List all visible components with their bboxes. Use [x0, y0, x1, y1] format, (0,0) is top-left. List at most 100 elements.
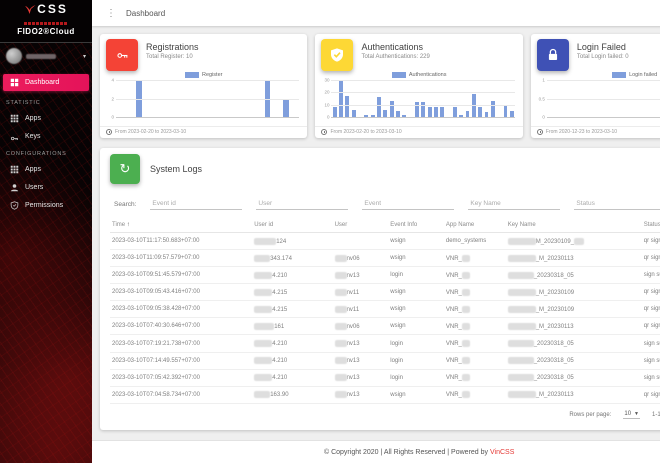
- cell-user: nv13: [333, 267, 389, 284]
- table-row[interactable]: 2023-03-10T07:04:58.734+07:00163.90nv13w…: [110, 386, 660, 403]
- cell-key-name: _20230318_05: [506, 369, 642, 386]
- redacted-value: [462, 340, 470, 347]
- sidebar-item-label: Apps: [25, 166, 41, 173]
- pagination: Rows per page: 10 ▼ 1-10 of 229 ‹ ›: [100, 404, 660, 426]
- y-axis-tick: 4: [111, 78, 114, 83]
- sidebar-item-label: Apps: [25, 115, 41, 122]
- filter-input-user[interactable]: [256, 199, 348, 210]
- cell-time: 2023-03-10T07:19:21.738+07:00: [110, 335, 252, 352]
- cell-app-name: VNR_: [444, 250, 506, 267]
- legend-label: Register: [202, 72, 222, 78]
- redacted-value: [335, 357, 347, 364]
- card-subtitle: Total Register: 10: [146, 54, 199, 60]
- filter-input-key-name[interactable]: [468, 199, 560, 210]
- clock-icon: [106, 129, 112, 135]
- dashboard-icon: [10, 78, 19, 87]
- table-row[interactable]: 2023-03-10T07:40:30.646+07:00161nv06wsig…: [110, 318, 660, 335]
- cell-event-info: wsign: [388, 250, 444, 267]
- cell-status: sign success: [642, 352, 660, 369]
- app-window: CSS FIDO2®Cloud ▾ DashboardSTATISTICApps…: [0, 0, 660, 463]
- sort-asc-icon: ↑: [127, 222, 130, 228]
- table-row[interactable]: 2023-03-10T07:14:49.557+07:004.210nv13lo…: [110, 352, 660, 369]
- clock-icon: [537, 129, 543, 135]
- sidebar-item-apps[interactable]: Apps: [0, 110, 92, 126]
- vincss-link[interactable]: VinCSS: [490, 449, 514, 456]
- chart-bar: [491, 101, 495, 117]
- redacted-value: [508, 357, 534, 364]
- cell-user-id: 161: [252, 318, 332, 335]
- cell-time: 2023-03-10T09:51:45.579+07:00: [110, 267, 252, 284]
- table-row[interactable]: 2023-03-10T11:17:50.683+07:00124wsigndem…: [110, 233, 660, 250]
- cell-user-id: 4.215: [252, 284, 332, 301]
- y-axis-tick: 20: [324, 90, 329, 95]
- chart-bar: [283, 99, 289, 118]
- redacted-value: [335, 306, 347, 313]
- sidebar-item-dashboard[interactable]: Dashboard: [3, 74, 89, 91]
- chart-bar: [390, 101, 394, 117]
- column-header-app-name[interactable]: App Name: [444, 218, 506, 233]
- column-header-event-info[interactable]: Event Info: [388, 218, 444, 233]
- redacted-value: [254, 357, 272, 364]
- legend-label: Authentications: [409, 72, 447, 78]
- stat-card-login-failed: Login Failed Total Login failed: 0 Login…: [531, 34, 660, 138]
- profile-menu[interactable]: ▾: [0, 43, 92, 70]
- date-range: From 2020-12-23 to 2023-03-10: [546, 129, 617, 135]
- card-subtitle: Total Login failed: 0: [577, 54, 629, 60]
- redacted-value: [254, 272, 272, 279]
- column-header-key-name[interactable]: Key Name: [506, 218, 642, 233]
- legend-swatch: [185, 72, 199, 78]
- table-row[interactable]: 2023-03-10T07:05:42.392+07:004.210nv13lo…: [110, 369, 660, 386]
- cell-time: 2023-03-10T11:09:57.579+07:00: [110, 250, 252, 267]
- cell-user: nv06: [333, 318, 389, 335]
- sidebar-item-keys[interactable]: Keys: [0, 128, 92, 144]
- legend-swatch: [612, 72, 626, 78]
- cell-user: nv06: [333, 250, 389, 267]
- cell-key-name: _M_20230113: [506, 318, 642, 335]
- chart-bar: [333, 107, 337, 117]
- system-logs-header: ↻ System Logs: [100, 148, 660, 186]
- cell-time: 2023-03-10T09:05:38.428+07:00: [110, 301, 252, 318]
- shield-icon: [10, 201, 19, 210]
- cell-status: qr sign success: [642, 301, 660, 318]
- stat-cards-row: Registrations Total Register: 10 Registe…: [100, 34, 660, 138]
- sidebar-item-permissions[interactable]: Permissions: [0, 197, 92, 213]
- sidebar-item-users[interactable]: Users: [0, 179, 92, 195]
- redacted-value: [508, 323, 536, 330]
- cell-user-id: 163.90: [252, 386, 332, 403]
- filter-input-event[interactable]: [362, 199, 454, 210]
- table-row[interactable]: 2023-03-10T09:51:45.579+07:004.210nv13lo…: [110, 267, 660, 284]
- y-axis-tick: 0: [542, 115, 545, 120]
- table-row[interactable]: 2023-03-10T09:05:38.428+07:004.215nv11ws…: [110, 301, 660, 318]
- cell-user-id: 4.210: [252, 335, 332, 352]
- cell-event-info: wsign: [388, 318, 444, 335]
- cell-time: 2023-03-10T07:14:49.557+07:00: [110, 352, 252, 369]
- key-icon: [10, 132, 19, 141]
- column-header-status[interactable]: Status: [642, 218, 660, 233]
- rows-per-page-select[interactable]: 10 ▼: [623, 411, 640, 419]
- cell-user: nv13: [333, 369, 389, 386]
- card-title: Registrations: [146, 42, 199, 52]
- cell-status: sign success: [642, 267, 660, 284]
- filter-input-status[interactable]: [574, 199, 660, 210]
- table-row[interactable]: 2023-03-10T09:05:43.416+07:004.215nv11ws…: [110, 284, 660, 301]
- filter-input-event-id[interactable]: [150, 199, 242, 210]
- cell-event-info: wsign: [388, 301, 444, 318]
- sidebar-item-apps[interactable]: Apps: [0, 161, 92, 177]
- redacted-value: [254, 374, 272, 381]
- column-header-user[interactable]: User: [333, 218, 389, 233]
- chart-legend: Authentications: [315, 72, 522, 78]
- redacted-value: [254, 289, 272, 296]
- column-header-user-id[interactable]: User id: [252, 218, 332, 233]
- redacted-value: [462, 323, 470, 330]
- table-row[interactable]: 2023-03-10T11:09:57.579+07:00343.174nv06…: [110, 250, 660, 267]
- cell-app-name: VNR_: [444, 267, 506, 284]
- menu-dots-icon[interactable]: ⋮: [102, 8, 120, 19]
- column-header-time[interactable]: Time ↑: [110, 218, 252, 233]
- redacted-value: [254, 323, 274, 330]
- table-row[interactable]: 2023-03-10T07:19:21.738+07:004.210nv13lo…: [110, 335, 660, 352]
- y-axis-tick: 0: [327, 115, 330, 120]
- redacted-value: [508, 391, 536, 398]
- cell-app-name: demo_systems: [444, 233, 506, 250]
- page-title: Dashboard: [126, 9, 165, 18]
- chart-legend: Login failed: [531, 72, 660, 78]
